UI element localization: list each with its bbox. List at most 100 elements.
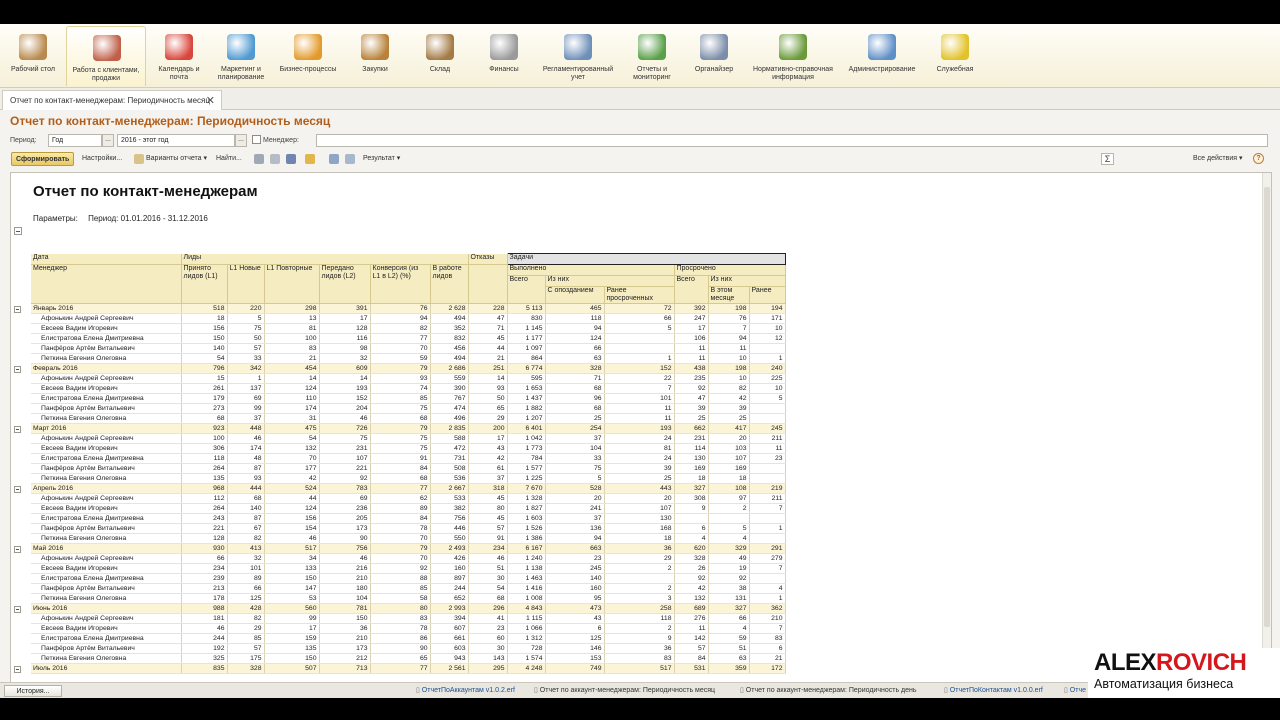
table-cell: 77 bbox=[370, 483, 431, 494]
table-cell: 173 bbox=[319, 523, 371, 534]
table-cell: 588 bbox=[430, 433, 469, 444]
mail-icon[interactable] bbox=[305, 154, 315, 164]
collapse-group-icon[interactable] bbox=[14, 665, 21, 673]
table-cell: 68 bbox=[545, 403, 605, 414]
table-cell: 65 bbox=[468, 403, 508, 414]
save-icon[interactable] bbox=[286, 154, 296, 164]
table-cell: 14 bbox=[319, 373, 371, 384]
collapse-group-icon[interactable] bbox=[14, 485, 21, 493]
collapse-group-icon[interactable] bbox=[14, 305, 21, 313]
period-range-field[interactable]: 2016 - этот год bbox=[117, 134, 235, 147]
open-window-item[interactable]: ОтчетПоАккаунтам v1.0.2.erf bbox=[416, 686, 515, 696]
table-cell: 50 bbox=[227, 333, 265, 344]
section-item[interactable]: Органайзер bbox=[684, 26, 744, 86]
table-cell: 172 bbox=[749, 663, 786, 674]
find-button[interactable]: Найти... bbox=[216, 152, 242, 166]
manager-name: Елистратова Елена Дмитриевна bbox=[31, 513, 182, 524]
table-cell: 524 bbox=[264, 483, 320, 494]
section-item[interactable]: Администрирование bbox=[840, 26, 924, 86]
table-row: Афонькин Андрей Сергеевич 15 1 14 14 93 559 14 5… bbox=[31, 373, 786, 384]
table-row: Елистратова Елена Дмитриевна 179 69 110 152 8… bbox=[31, 393, 786, 404]
collapse-group-icon[interactable] bbox=[14, 545, 21, 553]
help-icon[interactable]: ? bbox=[1253, 153, 1264, 164]
table-cell: 46 bbox=[227, 433, 265, 444]
table-cell: 104 bbox=[545, 443, 605, 454]
section-item[interactable]: Склад bbox=[412, 26, 468, 86]
table-cell: 382 bbox=[430, 503, 469, 514]
open-window-item[interactable]: Отчет по аккаунт-менеджерам: Периодичнос… bbox=[740, 686, 917, 696]
scrollbar-thumb[interactable] bbox=[1264, 187, 1270, 627]
table-cell: 2 bbox=[708, 503, 750, 514]
table-cell: 446 bbox=[430, 523, 469, 534]
header-tasks[interactable]: Задачи bbox=[506, 253, 786, 265]
settings-button[interactable]: Настройки... bbox=[82, 152, 122, 166]
print-icon[interactable] bbox=[254, 154, 264, 164]
sum-icon[interactable]: Σ bbox=[1101, 153, 1114, 165]
table-cell bbox=[749, 513, 786, 524]
section-item[interactable]: Маркетинг и планирование bbox=[212, 26, 270, 86]
header-leads: Лиды bbox=[181, 253, 469, 265]
expand-groups-icon[interactable] bbox=[329, 154, 339, 164]
collapse-params-icon[interactable] bbox=[14, 227, 22, 235]
collapse-group-icon[interactable] bbox=[14, 365, 21, 373]
table-row: Афонькин Андрей Сергеевич 18 5 13 17 94 494 47 8… bbox=[31, 313, 786, 324]
table-cell: 394 bbox=[430, 613, 469, 624]
table-cell: 150 bbox=[319, 613, 371, 624]
section-item[interactable]: Бизнес-процессы bbox=[274, 26, 342, 86]
table-cell: 179 bbox=[181, 393, 228, 404]
table-cell: 536 bbox=[430, 473, 469, 484]
collapse-group-icon[interactable] bbox=[14, 425, 21, 433]
table-cell: 4 248 bbox=[507, 663, 546, 674]
collapse-group-icon[interactable] bbox=[14, 605, 21, 613]
report-variants-button[interactable]: Варианты отчета ▾ bbox=[146, 152, 207, 166]
table-cell: 273 bbox=[181, 403, 228, 414]
manager-checkbox[interactable] bbox=[252, 135, 261, 144]
table-cell: 159 bbox=[264, 633, 320, 644]
section-item[interactable]: Рабочий стол bbox=[4, 26, 62, 86]
section-item[interactable]: Нормативно-справочная информация bbox=[748, 26, 838, 86]
table-cell: 71 bbox=[468, 323, 508, 334]
table-cell: 236 bbox=[319, 503, 371, 514]
brand-logo: ALEXROVICH bbox=[1094, 650, 1247, 676]
manager-name: Евсеев Вадим Игоревич bbox=[31, 623, 182, 634]
section-item[interactable]: Регламентированный учет bbox=[536, 26, 620, 86]
table-cell: 79 bbox=[370, 423, 431, 434]
table-cell: 731 bbox=[430, 453, 469, 464]
vertical-scrollbar[interactable] bbox=[1262, 173, 1271, 683]
preview-icon[interactable] bbox=[270, 154, 280, 164]
section-item[interactable]: Служебная bbox=[926, 26, 984, 86]
period-kind-field[interactable]: Год bbox=[48, 134, 102, 147]
period-kind-select-button[interactable]: ... bbox=[102, 134, 114, 147]
collapse-groups-icon[interactable] bbox=[345, 154, 355, 164]
open-window-item[interactable]: Отчет по аккаунт-менеджерам: Периодичнос… bbox=[534, 686, 715, 696]
table-cell: 91 bbox=[468, 533, 508, 544]
table-cell: 205 bbox=[319, 513, 371, 524]
tab-report[interactable]: Отчет по контакт-менеджерам: Периодичнос… bbox=[2, 90, 222, 110]
manager-name: Елистратова Елена Дмитриевна bbox=[31, 393, 182, 404]
table-cell: 87 bbox=[227, 513, 265, 524]
table-cell: 75 bbox=[319, 433, 371, 444]
table-cell: 42 bbox=[708, 393, 750, 404]
section-item[interactable]: Закупки bbox=[346, 26, 404, 86]
generate-button[interactable]: Сформировать bbox=[11, 152, 75, 166]
table-cell: 128 bbox=[319, 323, 371, 334]
table-cell: 70 bbox=[264, 453, 320, 464]
result-menu-button[interactable]: Результат ▾ bbox=[363, 152, 400, 166]
table-cell: 180 bbox=[319, 583, 371, 594]
manager-field[interactable] bbox=[316, 134, 1268, 147]
table-cell: 456 bbox=[430, 343, 469, 354]
close-icon[interactable]: ✕ bbox=[206, 94, 215, 107]
open-window-item[interactable]: Отче bbox=[1064, 686, 1086, 696]
table-cell: 77 bbox=[370, 663, 431, 674]
section-item[interactable]: Календарь и почта bbox=[150, 26, 208, 86]
section-item[interactable]: Работа с клиентами, продажи bbox=[66, 26, 146, 86]
open-tabs-bar: Отчет по контакт-менеджерам: Периодичнос… bbox=[0, 88, 1280, 110]
header-done-of-them: Из них bbox=[545, 275, 675, 287]
section-item[interactable]: Отчеты и мониторинг bbox=[624, 26, 680, 86]
all-actions-button[interactable]: Все действия ▾ bbox=[1193, 152, 1243, 166]
table-cell: 198 bbox=[708, 303, 750, 314]
history-button[interactable]: История... bbox=[4, 685, 62, 697]
period-range-select-button[interactable]: ... bbox=[235, 134, 247, 147]
section-item[interactable]: Финансы bbox=[476, 26, 532, 86]
open-window-item[interactable]: ОтчетПоКонтактам v1.0.0.erf bbox=[944, 686, 1043, 696]
